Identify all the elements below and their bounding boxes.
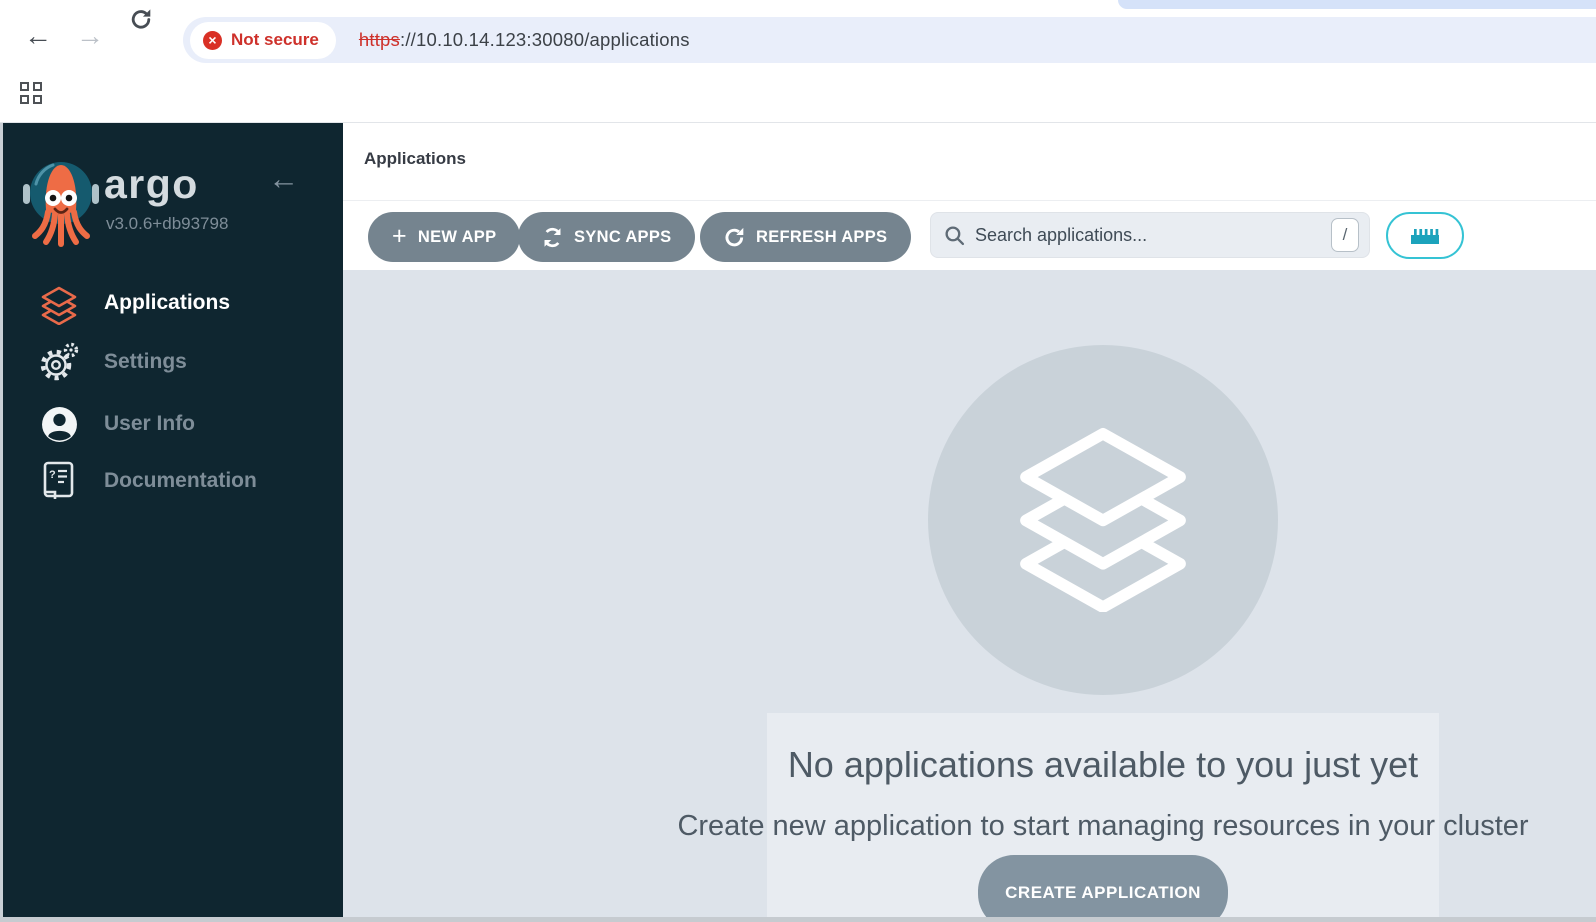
search-shortcut-badge: / (1331, 218, 1359, 252)
sidebar-item-label: Applications (104, 291, 231, 314)
sidebar-item-applications[interactable]: Applications (0, 278, 343, 328)
address-bar[interactable]: × Not secure https://10.10.14.123:30080/… (183, 17, 1596, 63)
tab-strip-background (1118, 0, 1596, 9)
browser-back-icon[interactable]: ← (24, 22, 52, 50)
new-app-button[interactable]: + NEW APP (368, 212, 521, 262)
browser-forward-icon[interactable]: → (76, 22, 104, 50)
sidebar: argo v3.0.6+db93798 ← Applications Setti… (0, 123, 343, 922)
bookmarks-bar (0, 63, 1596, 123)
window-bottom-edge (0, 917, 1596, 922)
apps-grid-icon[interactable] (20, 82, 42, 104)
sidebar-item-label: Documentation (104, 469, 257, 492)
applications-content: No applications available to you just ye… (343, 270, 1596, 922)
url-scheme: https (358, 29, 400, 50)
sync-icon (542, 227, 563, 248)
search-icon (944, 225, 965, 246)
browser-toolbar: ← → × Not secure https://10.10.14.123:30… (0, 9, 1596, 63)
page-header: Applications + NEW APP SYNC APPS REFRESH… (343, 123, 1596, 270)
sidebar-item-label: User Info (104, 412, 196, 435)
version-label: v3.0.6+db93798 (106, 214, 229, 233)
argo-octopus-logo (22, 148, 100, 253)
layers-large-icon (1020, 427, 1186, 612)
gear-icon (36, 341, 82, 383)
plus-icon: + (392, 221, 407, 250)
empty-state-circle (928, 345, 1278, 695)
not-secure-chip[interactable]: × Not secure (190, 21, 336, 59)
refresh-apps-label: REFRESH APPS (756, 227, 888, 246)
url-rest: ://10.10.14.123:30080/applications (399, 29, 690, 50)
empty-state-title: No applications available to you just ye… (787, 744, 1419, 785)
view-toggle-button[interactable] (1386, 212, 1464, 259)
sidebar-item-settings[interactable]: Settings (0, 337, 343, 387)
sync-apps-label: SYNC APPS (574, 227, 672, 246)
sync-apps-button[interactable]: SYNC APPS (518, 212, 696, 262)
sidebar-item-label: Settings (104, 350, 187, 373)
user-icon (36, 406, 82, 443)
argo-wordmark: argo (104, 161, 199, 207)
sidebar-collapse-icon[interactable]: ← (268, 163, 299, 194)
search-input[interactable] (975, 224, 1331, 246)
url-text: https://10.10.14.123:30080/applications (359, 29, 690, 51)
not-secure-icon: × (203, 30, 222, 50)
ruler-icon (1410, 226, 1440, 245)
book-icon: ? (36, 461, 82, 501)
empty-state-subtitle: Create new application to start managing… (677, 810, 1529, 842)
browser-reload-icon[interactable] (128, 7, 154, 38)
sidebar-item-documentation[interactable]: ? Documentation (0, 456, 343, 506)
create-application-button[interactable]: CREATE APPLICATION (978, 855, 1228, 922)
refresh-apps-button[interactable]: REFRESH APPS (700, 212, 912, 262)
page-title: Applications (364, 149, 467, 168)
not-secure-label: Not secure (231, 30, 319, 49)
search-box: / (930, 212, 1370, 258)
svg-text:?: ? (49, 469, 56, 481)
layers-icon (36, 281, 82, 325)
window-left-edge (0, 123, 3, 922)
argocd-browser-window: ← → × Not secure https://10.10.14.123:30… (0, 0, 1596, 922)
sidebar-item-user-info[interactable]: User Info (0, 399, 343, 449)
refresh-icon (724, 227, 745, 248)
browser-tab-strip (0, 0, 1596, 9)
new-app-label: NEW APP (417, 227, 497, 246)
